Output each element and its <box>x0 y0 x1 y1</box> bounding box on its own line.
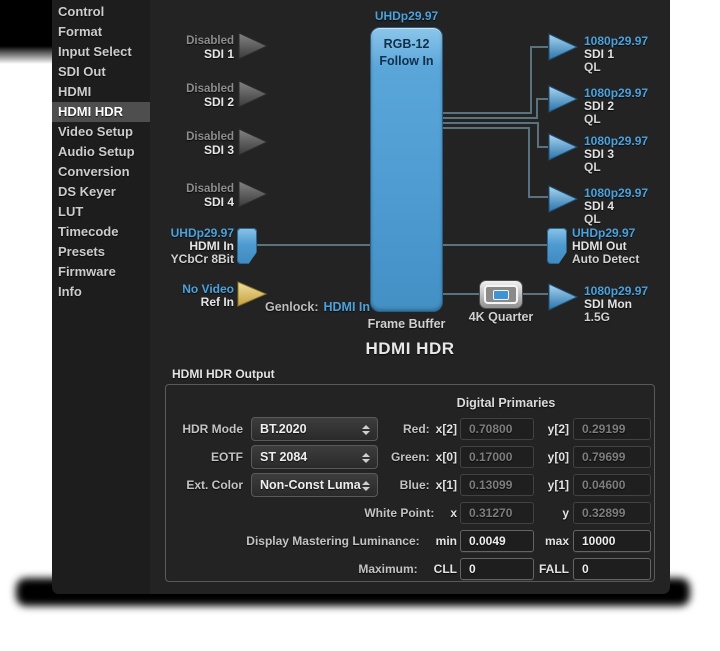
sdi-out-4-arrow-icon <box>548 185 578 213</box>
sdi-in-2-label: Disabled SDI 2 <box>112 83 234 109</box>
white-point-label: White Point:x <box>276 506 457 520</box>
sdi-out-1-label: 1080p29.97 SDI 1 QL <box>584 35 648 74</box>
frame-buffer-caption: Frame Buffer <box>346 317 467 331</box>
red-y-label: y[2] <box>516 422 569 436</box>
sidebar-item[interactable]: Control <box>52 2 150 22</box>
hdmi-out-connector-icon <box>547 228 567 264</box>
blue-primary-label: Blue:x[1] <box>316 478 457 492</box>
sdi-in-1-label: Disabled SDI 1 <box>112 35 234 61</box>
genlock-status: Genlock:HDMI In <box>265 300 370 314</box>
sdi-out-2-arrow-icon <box>548 85 578 113</box>
4k-quarter-icon <box>479 280 523 309</box>
hdmi-hdr-output-panel: Digital Primaries HDR Mode BT.2020 Red:x… <box>165 384 655 582</box>
window-shadow-artifact <box>0 0 52 64</box>
wire-hdmi-out <box>443 244 547 246</box>
maximum-fall-label: FALL <box>516 562 569 576</box>
hdmi-out-label: UHDp29.97 HDMI Out Auto Detect <box>572 227 639 266</box>
sdi-out-3-arrow-icon <box>548 133 578 161</box>
white-point-y-field: 0.32899 <box>573 502 651 524</box>
sdi-out-4-label: 1080p29.97 SDI 4 QL <box>584 187 648 226</box>
sdi-in-3-label: Disabled SDI 3 <box>112 131 234 157</box>
blue-y-field: 0.04600 <box>573 474 651 496</box>
wire <box>536 98 538 119</box>
wire <box>536 98 548 100</box>
digital-primaries-heading: Digital Primaries <box>396 396 616 410</box>
wire <box>537 122 539 148</box>
green-y-field: 0.79699 <box>573 446 651 468</box>
page-title: HDMI HDR <box>150 339 670 359</box>
green-y-label: y[0] <box>516 450 569 464</box>
sidebar-item[interactable]: SDI Out <box>52 62 150 82</box>
sdi-out-1-arrow-icon <box>548 33 578 61</box>
maximum-label: Maximum:CLL <box>176 562 457 576</box>
hdmi-in-label: UHDp29.97 HDMI In YCbCr 8Bit <box>82 227 234 266</box>
red-primary-label: Red:x[2] <box>316 422 457 436</box>
panel-title: HDMI HDR Output <box>172 367 275 381</box>
sdi-in-4-arrow-icon <box>238 180 268 208</box>
wire <box>443 122 537 124</box>
wire <box>537 146 548 148</box>
wire <box>528 127 530 198</box>
wire <box>443 112 530 114</box>
sdi-out-3-label: 1080p29.97 SDI 3 QL <box>584 135 648 174</box>
mastering-luminance-label: Display Mastering Luminance:min <box>176 534 457 548</box>
red-y-field: 0.29199 <box>573 418 651 440</box>
ref-in-arrow-icon <box>237 281 267 307</box>
wire-hdmi-in <box>257 244 370 246</box>
frame-buffer-block: RGB-12 Follow In <box>370 27 443 312</box>
sdi-in-3-arrow-icon <box>238 128 268 156</box>
sdi-mon-label: 1080p29.97 SDI Mon 1.5G <box>584 285 648 324</box>
maximum-fall-field[interactable]: 0 <box>573 558 651 580</box>
wire <box>530 46 532 114</box>
sdi-in-2-arrow-icon <box>238 80 268 108</box>
wire <box>443 127 528 129</box>
sidebar-item[interactable]: Conversion <box>52 162 150 182</box>
blue-y-label: y[1] <box>516 478 569 492</box>
luminance-max-field[interactable]: 10000 <box>573 530 651 552</box>
green-primary-label: Green:x[0] <box>316 450 457 464</box>
frame-buffer-format: UHDp29.97 <box>346 9 467 23</box>
eotf-label: EOTF <box>176 450 243 464</box>
sdi-mon-arrow-icon <box>548 283 578 311</box>
luminance-max-label: max <box>516 534 569 548</box>
wire <box>530 46 548 48</box>
white-point-y-label: y <box>516 506 569 520</box>
sdi-in-4-label: Disabled SDI 4 <box>112 183 234 209</box>
app-window: Control Format Input Select SDI Out HDMI… <box>52 0 670 594</box>
ref-in-label: No Video Ref In <box>112 283 234 309</box>
wire <box>528 196 548 198</box>
hdr-mode-label: HDR Mode <box>176 422 243 436</box>
sdi-out-2-label: 1080p29.97 SDI 2 QL <box>584 87 648 126</box>
hdmi-in-connector-icon <box>237 228 257 264</box>
page: Control Format Input Select SDI Out HDMI… <box>0 0 720 651</box>
wire <box>443 117 536 119</box>
4k-quarter-label: 4K Quarter <box>457 310 545 324</box>
ext-color-label: Ext. Color <box>176 478 243 492</box>
sdi-in-1-arrow-icon <box>238 32 268 60</box>
